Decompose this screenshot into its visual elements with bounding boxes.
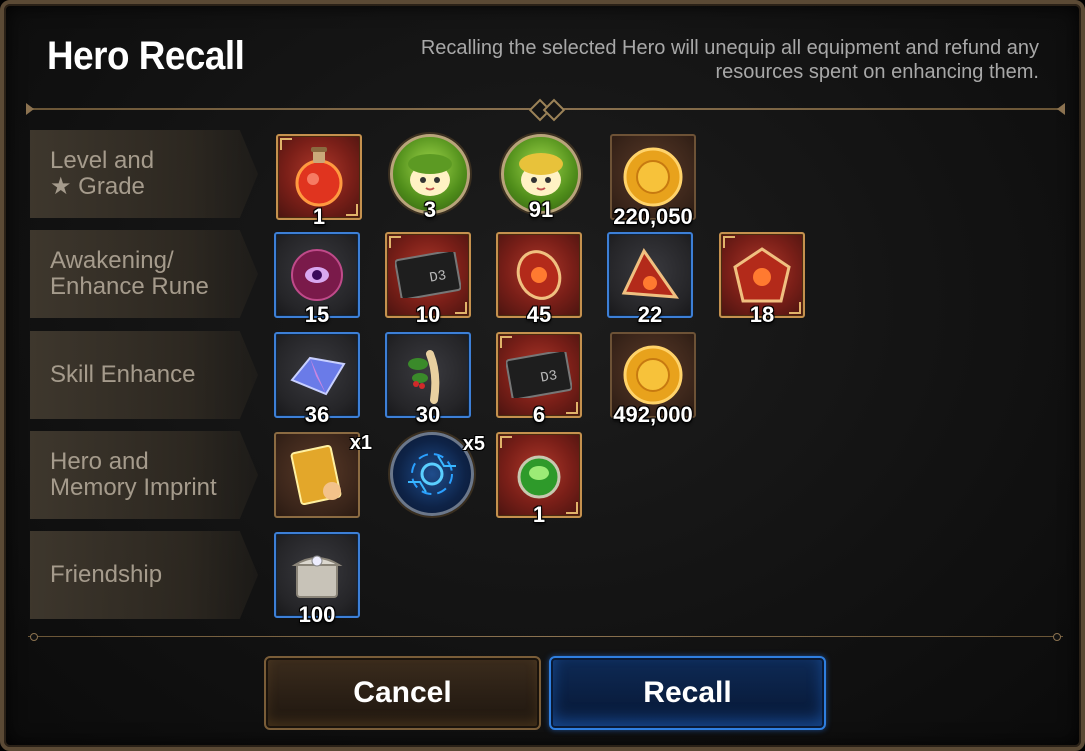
- reward-item[interactable]: 15: [274, 232, 360, 327]
- divider-end-dot: [30, 633, 38, 641]
- silver-chest-icon: [291, 555, 343, 598]
- item-quantity: 30: [415, 402, 441, 427]
- reward-item[interactable]: D3 6: [496, 332, 582, 427]
- divider-ornament: [542, 98, 565, 122]
- reward-item[interactable]: x1: [274, 432, 372, 518]
- item-quantity: 3: [423, 197, 437, 222]
- hero-recall-dialog: Hero Recall Recalling the selected Hero …: [0, 0, 1085, 751]
- green-gem-icon: [517, 455, 561, 499]
- item-quantity: 45: [526, 302, 552, 327]
- purple-eye-orb-icon: [291, 249, 343, 301]
- black-card-icon: D3: [395, 252, 461, 298]
- svg-text:D3: D3: [539, 368, 558, 387]
- gold-coin-icon: [623, 345, 683, 405]
- row-label-memory-imprint: Hero and Memory Imprint: [30, 431, 258, 519]
- item-quantity: 1: [312, 204, 326, 229]
- red-triangle-rune-icon: [621, 248, 680, 299]
- red-pentagon-rune-icon: [733, 247, 791, 303]
- reward-item[interactable]: 30: [385, 332, 471, 427]
- item-multiplier: x5: [462, 433, 485, 455]
- reward-item[interactable]: 22: [607, 232, 693, 327]
- item-quantity: 100: [298, 602, 336, 627]
- green-fairy-hero-icon: [408, 154, 452, 196]
- dialog-title: Hero Recall: [47, 34, 245, 78]
- reward-item[interactable]: 1: [276, 134, 362, 229]
- top-divider: [26, 98, 1065, 122]
- item-quantity: 220,050: [613, 204, 693, 229]
- reward-item[interactable]: 36: [274, 332, 360, 427]
- reward-item[interactable]: x5: [390, 432, 485, 516]
- reward-item[interactable]: 492,000: [610, 332, 696, 427]
- recall-button[interactable]: Recall: [549, 656, 826, 730]
- yellow-fairy-hero-icon: [519, 153, 563, 196]
- divider-end-dot: [1053, 633, 1061, 641]
- item-quantity: 15: [304, 302, 330, 327]
- dialog-description: Recalling the selected Hero will unequip…: [420, 37, 1039, 83]
- bottom-divider: [28, 633, 1063, 641]
- reward-item[interactable]: D3 10: [385, 232, 471, 327]
- item-multiplier: x1: [349, 432, 372, 454]
- item-quantity: 6: [532, 402, 546, 427]
- item-quantity: 1: [532, 502, 546, 527]
- cancel-button[interactable]: Cancel: [264, 656, 541, 730]
- svg-text:D3: D3: [428, 268, 447, 287]
- reward-item[interactable]: 3: [390, 134, 470, 222]
- root-herb-icon: [408, 350, 440, 404]
- reward-item[interactable]: 18: [719, 232, 805, 327]
- golden-book-icon: [290, 444, 342, 506]
- blue-memory-rune-icon: [408, 453, 456, 495]
- gold-coin-icon: [623, 147, 683, 207]
- item-quantity: 22: [637, 302, 663, 327]
- black-card-icon: D3: [506, 352, 572, 398]
- reward-item[interactable]: 91: [501, 134, 581, 222]
- molagora-crystal-icon: [290, 356, 346, 396]
- red-potion-icon: [295, 147, 343, 207]
- item-quantity: 18: [749, 302, 775, 327]
- divider-left-tip: [26, 103, 34, 115]
- item-quantity: 91: [528, 197, 554, 222]
- divider-right-tip: [1057, 103, 1065, 115]
- row-label-friendship: Friendship: [30, 531, 258, 619]
- reward-item[interactable]: 220,050: [610, 134, 696, 229]
- item-quantity: 10: [415, 302, 441, 327]
- item-quantity: 492,000: [613, 402, 693, 427]
- reward-item[interactable]: 1: [496, 432, 582, 527]
- red-oval-rune-icon: [516, 250, 562, 300]
- reward-item[interactable]: 100: [274, 532, 360, 627]
- row-label-skill-enhance: Skill Enhance: [30, 331, 258, 419]
- row-label-level-grade: Level and ★ Grade: [30, 130, 258, 218]
- reward-item[interactable]: 45: [496, 232, 582, 327]
- item-quantity: 36: [304, 402, 330, 427]
- row-label-awakening-rune: Awakening/ Enhance Rune: [30, 230, 258, 318]
